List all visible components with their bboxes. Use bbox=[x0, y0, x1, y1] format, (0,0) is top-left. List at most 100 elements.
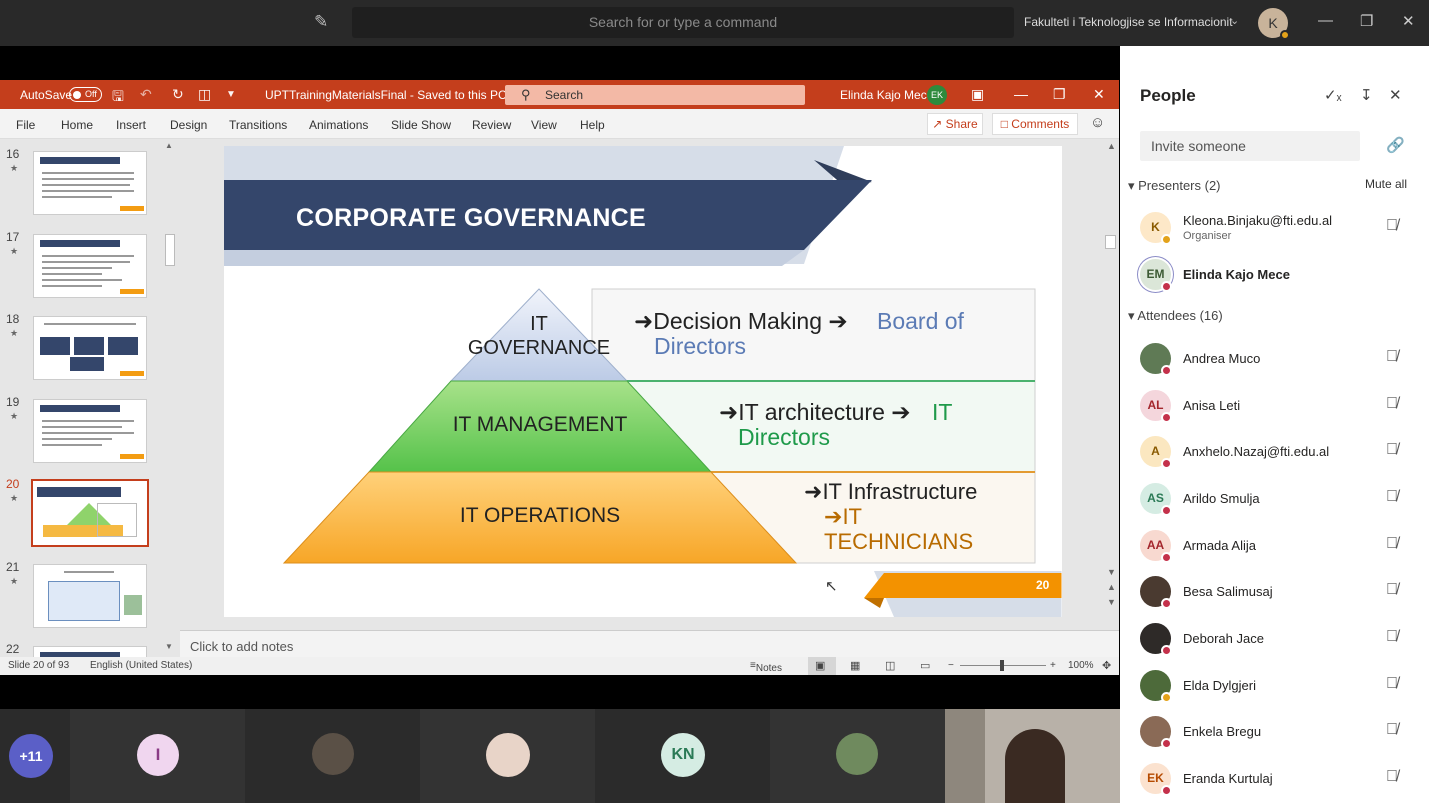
slide-thumbnail[interactable] bbox=[33, 646, 147, 657]
slide-thumbnail[interactable] bbox=[33, 399, 147, 463]
thumbnails-scrollbar[interactable]: ▲ ▼ bbox=[163, 139, 177, 657]
tab-review[interactable]: Review bbox=[472, 118, 511, 132]
participant-tile[interactable] bbox=[245, 709, 420, 803]
tab-insert[interactable]: Insert bbox=[116, 118, 146, 132]
autosave-toggle[interactable]: Off bbox=[69, 87, 102, 102]
close-icon[interactable]: ✕ bbox=[1402, 12, 1415, 30]
normal-view-icon[interactable]: ▣ bbox=[815, 659, 825, 672]
tab-home[interactable]: Home bbox=[61, 118, 93, 132]
invite-someone-input[interactable]: Invite someone bbox=[1140, 131, 1360, 161]
tab-transitions[interactable]: Transitions bbox=[229, 118, 287, 132]
chevron-down-icon[interactable]: ⌄ bbox=[1230, 14, 1239, 27]
participant-row[interactable]: Deborah Jace 🎙̸ bbox=[1120, 615, 1429, 661]
notes-toggle[interactable]: ≡ Notes bbox=[750, 660, 782, 674]
participant-row[interactable]: AA Armada Alija 🎙̸ bbox=[1120, 522, 1429, 568]
zoom-slider-thumb[interactable] bbox=[1000, 660, 1004, 671]
participant-row[interactable]: EM Elinda Kajo Mece bbox=[1120, 251, 1429, 297]
tab-animations[interactable]: Animations bbox=[309, 118, 368, 132]
present-icon[interactable]: ◫ bbox=[198, 86, 211, 103]
mic-muted-icon[interactable]: 🎙̸ bbox=[1386, 721, 1398, 739]
slide-thumbnail-selected[interactable] bbox=[31, 479, 149, 547]
mute-all-button[interactable]: Mute all bbox=[1365, 177, 1407, 191]
feedback-icon[interactable]: ☺ bbox=[1090, 114, 1105, 131]
tab-file[interactable]: File bbox=[16, 118, 35, 132]
tab-design[interactable]: Design bbox=[170, 118, 207, 132]
ppt-user-name[interactable]: Elinda Kajo Mece bbox=[840, 88, 933, 102]
share-link-icon[interactable]: 🔗 bbox=[1386, 136, 1405, 154]
overflow-count-avatar[interactable]: +11 bbox=[9, 734, 53, 778]
zoom-level[interactable]: 100% bbox=[1068, 660, 1094, 671]
scroll-thumb[interactable] bbox=[165, 234, 175, 266]
share-button[interactable]: ↗ Share bbox=[927, 113, 983, 135]
slide-thumbnail[interactable] bbox=[33, 564, 147, 628]
participant-tile[interactable] bbox=[770, 709, 945, 803]
download-icon[interactable]: ↧ bbox=[1360, 86, 1373, 104]
fit-to-window-icon[interactable]: ✥ bbox=[1102, 659, 1111, 672]
file-title[interactable]: UPTTrainingMaterialsFinal - Saved to thi… bbox=[265, 88, 516, 102]
slide-sorter-icon[interactable]: ▦ bbox=[850, 659, 860, 672]
customize-toolbar-icon[interactable]: ▼ bbox=[226, 89, 236, 100]
slide-thumbnail[interactable] bbox=[33, 151, 147, 215]
participant-row[interactable]: Besa Salimusaj 🎙̸ bbox=[1120, 568, 1429, 614]
participant-tile[interactable]: I bbox=[70, 709, 245, 803]
mic-muted-icon[interactable]: 🎙̸ bbox=[1386, 217, 1398, 235]
tab-slide-show[interactable]: Slide Show bbox=[391, 118, 451, 132]
participant-tile[interactable]: KN bbox=[595, 709, 770, 803]
slide-scrollbar[interactable]: ▲ ▼ ▲ ▼ bbox=[1103, 139, 1119, 630]
mic-muted-icon[interactable]: 🎙̸ bbox=[1386, 488, 1398, 506]
attendees-section-toggle[interactable]: ▾ Attendees (16) bbox=[1128, 308, 1223, 324]
participant-photo bbox=[312, 733, 354, 775]
scroll-thumb[interactable] bbox=[1105, 235, 1116, 249]
zoom-in-icon[interactable]: + bbox=[1050, 660, 1056, 671]
participant-row[interactable]: Enkela Bregu 🎙̸ bbox=[1120, 708, 1429, 754]
participant-row[interactable]: EK Eranda Kurtulaj 🎙̸ bbox=[1120, 755, 1429, 801]
mic-muted-icon[interactable]: 🎙̸ bbox=[1386, 581, 1398, 599]
restore-icon[interactable]: ❐ bbox=[1053, 86, 1066, 103]
undo-icon[interactable]: ↶ bbox=[140, 86, 152, 103]
participant-row[interactable]: AL Anisa Leti 🎙̸ bbox=[1120, 382, 1429, 428]
reading-view-icon[interactable]: ◫ bbox=[885, 659, 895, 672]
dismiss-all-icon[interactable]: ✓ₓ bbox=[1324, 86, 1342, 104]
mic-muted-icon[interactable]: 🎙̸ bbox=[1386, 628, 1398, 646]
participant-row[interactable]: A Anxhelo.Nazaj@fti.edu.al 🎙̸ bbox=[1120, 428, 1429, 474]
language-indicator[interactable]: English (United States) bbox=[90, 660, 192, 671]
next-slide-icon[interactable]: ▼ bbox=[1107, 597, 1116, 607]
ppt-search-input[interactable]: ⚲ Search bbox=[505, 85, 805, 105]
ppt-user-avatar[interactable]: EK bbox=[927, 85, 947, 105]
mic-muted-icon[interactable]: 🎙̸ bbox=[1386, 395, 1398, 413]
compose-icon[interactable]: ✎ bbox=[314, 12, 334, 32]
slide-thumbnail[interactable] bbox=[33, 234, 147, 298]
slideshow-view-icon[interactable]: ▭ bbox=[920, 659, 930, 672]
current-slide[interactable]: CORPORATE GOVERNANCE IT GOVERNANCE IT MAN… bbox=[224, 146, 1062, 617]
participant-row[interactable]: K Kleona.Binjaku@fti.edu.al Organiser 🎙̸ bbox=[1120, 204, 1429, 250]
save-icon[interactable]: 🖫 bbox=[112, 86, 124, 110]
mic-muted-icon[interactable]: 🎙̸ bbox=[1386, 348, 1398, 366]
participant-row[interactable]: Elda Dylgjeri 🎙̸ bbox=[1120, 662, 1429, 708]
ribbon-display-icon[interactable]: ▣ bbox=[971, 86, 984, 103]
tab-view[interactable]: View bbox=[531, 118, 557, 132]
minimize-icon[interactable]: — bbox=[1014, 86, 1028, 102]
minimize-icon[interactable]: — bbox=[1318, 12, 1333, 29]
mic-muted-icon[interactable]: 🎙̸ bbox=[1386, 441, 1398, 459]
mic-muted-icon[interactable]: 🎙̸ bbox=[1386, 675, 1398, 693]
close-icon[interactable]: ✕ bbox=[1389, 86, 1402, 104]
participant-tile[interactable] bbox=[420, 709, 595, 803]
overflow-tile[interactable]: +11 bbox=[0, 709, 70, 803]
comments-button[interactable]: □ Comments bbox=[992, 113, 1078, 135]
redo-icon[interactable]: ↻ bbox=[172, 86, 184, 103]
org-switcher[interactable]: Fakulteti i Teknologjise se Informacioni… bbox=[1024, 15, 1233, 29]
presenters-section-toggle[interactable]: ▾ Presenters (2) bbox=[1128, 178, 1221, 194]
tab-help[interactable]: Help bbox=[580, 118, 605, 132]
previous-slide-icon[interactable]: ▲ bbox=[1107, 582, 1116, 592]
mic-muted-icon[interactable]: 🎙̸ bbox=[1386, 768, 1398, 786]
slide-thumbnail[interactable] bbox=[33, 316, 147, 380]
participant-video-tile[interactable] bbox=[945, 709, 1120, 803]
close-icon[interactable]: ✕ bbox=[1093, 86, 1105, 103]
notes-pane[interactable]: Click to add notes bbox=[180, 630, 1119, 657]
participant-row[interactable]: Andrea Muco 🎙̸ bbox=[1120, 335, 1429, 381]
mic-muted-icon[interactable]: 🎙̸ bbox=[1386, 535, 1398, 553]
participant-row[interactable]: AS Arildo Smulja 🎙̸ bbox=[1120, 475, 1429, 521]
zoom-out-icon[interactable]: − bbox=[948, 660, 954, 671]
maximize-icon[interactable]: ❐ bbox=[1360, 12, 1373, 30]
command-search-input[interactable]: Search for or type a command bbox=[352, 7, 1014, 38]
